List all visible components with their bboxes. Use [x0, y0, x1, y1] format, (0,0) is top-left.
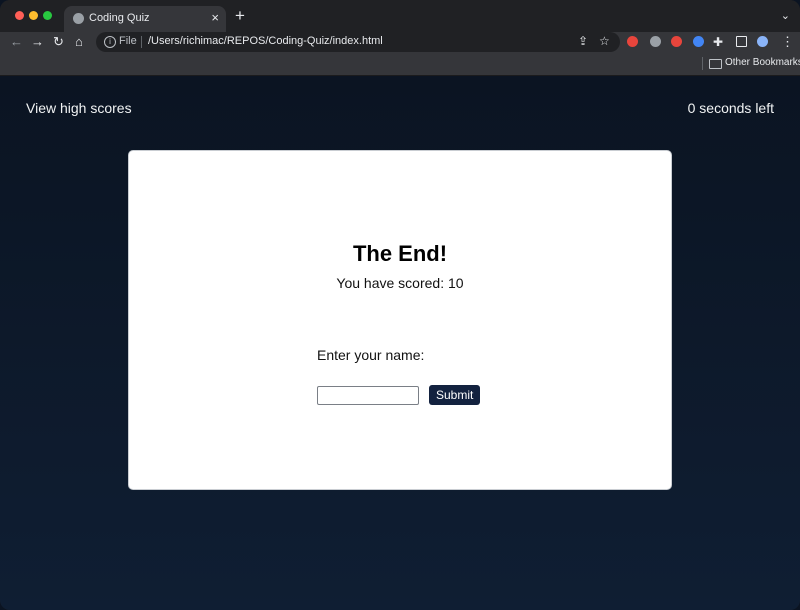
extension-icon-2[interactable]	[650, 36, 661, 47]
reload-icon[interactable]: ↻	[53, 32, 64, 52]
tab-strip: Coding Quiz × + ⌄	[0, 0, 800, 32]
side-panel-icon[interactable]	[736, 36, 747, 47]
profile-avatar[interactable]	[757, 36, 768, 47]
bookmark-star-icon[interactable]: ☆	[599, 34, 610, 48]
info-icon[interactable]: i	[104, 36, 116, 48]
result-card: The End! You have scored: 10 Enter your …	[128, 150, 672, 490]
other-bookmarks-link[interactable]: Other Bookmarks	[725, 57, 800, 68]
score-text: You have scored: 10	[336, 275, 464, 291]
page-content: View high scores 0 seconds left The End!…	[0, 76, 800, 610]
timer-text: 0 seconds left	[687, 100, 774, 116]
name-label: Enter your name:	[317, 347, 425, 363]
omnibox-divider	[141, 36, 142, 48]
tab-search-icon[interactable]: ⌄	[781, 9, 790, 22]
extension-icon-1[interactable]	[627, 36, 638, 47]
submit-button[interactable]: Submit	[429, 385, 481, 405]
address-bar[interactable]: i File /Users/richimac/REPOS/Coding-Quiz…	[96, 32, 620, 52]
browser-toolbar: ← → ↻ ⌂ i File /Users/richimac/REPOS/Cod…	[0, 32, 800, 52]
view-high-scores-link[interactable]: View high scores	[26, 100, 132, 116]
folder-icon	[709, 59, 722, 69]
tab-close-icon[interactable]: ×	[211, 10, 219, 26]
puzzle-extensions-icon[interactable]: ✚	[713, 32, 723, 52]
tab-title: Coding Quiz	[89, 12, 150, 24]
maximize-window-button[interactable]	[43, 11, 52, 20]
bookmarks-bar: Other Bookmarks	[0, 52, 800, 76]
extension-icon-3[interactable]	[671, 36, 682, 47]
globe-icon	[73, 13, 84, 24]
share-icon[interactable]: ⇪	[578, 34, 588, 48]
more-menu-icon[interactable]: ⋮	[781, 32, 794, 52]
close-window-button[interactable]	[15, 11, 24, 20]
forward-icon[interactable]: →	[31, 32, 44, 52]
new-tab-button[interactable]: +	[235, 7, 245, 25]
back-icon[interactable]: ←	[10, 32, 23, 52]
extension-icon-4[interactable]	[693, 36, 704, 47]
browser-window: Coding Quiz × + ⌄ ← → ↻ ⌂ i File /Users/…	[0, 0, 800, 610]
tab-coding-quiz[interactable]: Coding Quiz ×	[64, 6, 226, 32]
bookmarks-divider	[702, 57, 703, 70]
home-icon[interactable]: ⌂	[75, 32, 83, 52]
file-label: File	[119, 35, 137, 47]
end-title: The End!	[352, 241, 448, 266]
url-text[interactable]: /Users/richimac/REPOS/Coding-Quiz/index.…	[148, 35, 383, 47]
name-input[interactable]	[317, 386, 419, 405]
minimize-window-button[interactable]	[29, 11, 38, 20]
